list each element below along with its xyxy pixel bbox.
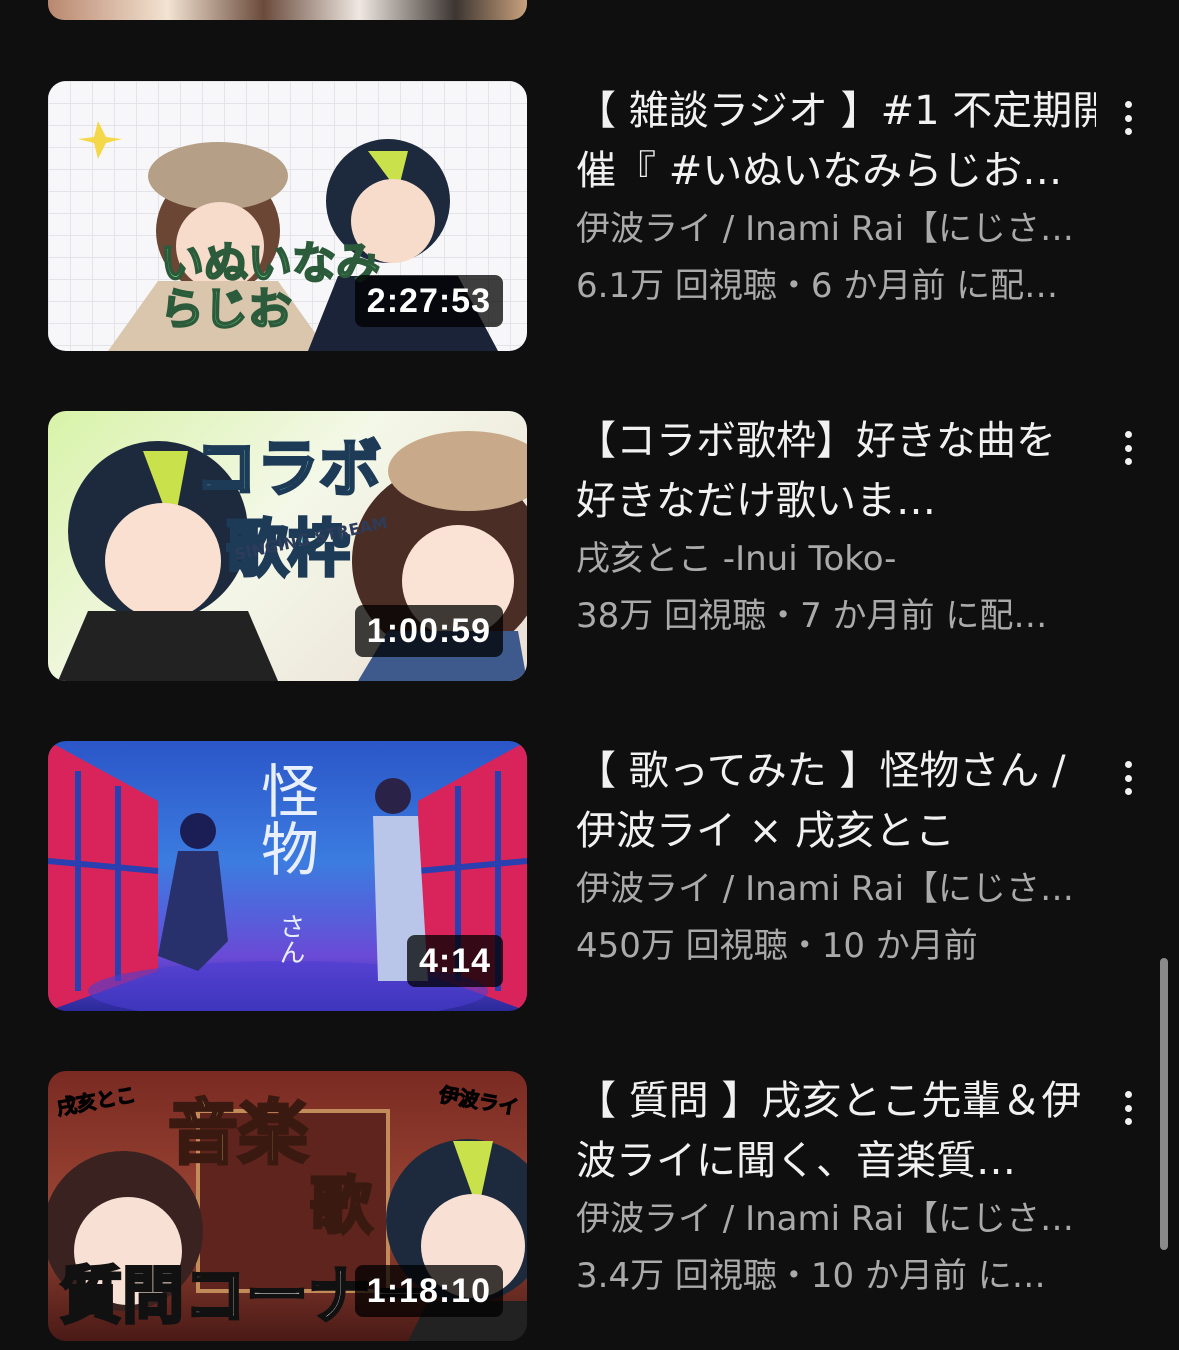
- video-item[interactable]: いぬいなみ らじお 2:27:53 【 雑談ラジオ 】#1 不定期開 催『 #い…: [0, 81, 1179, 351]
- channel-name[interactable]: 伊波ライ / Inami Rai【にじさ…: [576, 861, 1096, 918]
- duration-badge: 1:18:10: [354, 1265, 503, 1317]
- video-thumbnail[interactable]: いぬいなみ らじお 2:27:53: [48, 81, 527, 351]
- video-meta[interactable]: 【 歌ってみた 】怪物さん / 伊波ライ × 戌亥とこ 伊波ライ / Inami…: [576, 741, 1096, 975]
- video-title-line: 【 質問 】戌亥とこ先輩＆伊: [576, 1078, 1082, 1124]
- thumbnail-title-text: 怪物: [251, 761, 319, 877]
- thumbnail-title-text: コラボ 歌枠: [193, 431, 382, 587]
- scrollbar[interactable]: [1160, 958, 1168, 1250]
- more-options-icon[interactable]: [1110, 93, 1146, 143]
- video-item[interactable]: 怪物 さん 4:14 【 歌ってみた 】怪物さん / 伊波ライ × 戌亥とこ 伊…: [0, 741, 1179, 1011]
- video-thumbnail[interactable]: コラボ 歌枠 SINGING STREAM 1:00:59: [48, 411, 527, 681]
- thumbnail-title-text: 音楽: [167, 1092, 310, 1175]
- video-title-line: 【 雑談ラジオ 】#1 不定期開: [576, 88, 1096, 134]
- thumbnail-subtitle-text: さん: [275, 913, 305, 965]
- video-title[interactable]: 【 質問 】戌亥とこ先輩＆伊 波ライに聞く、音楽質…: [576, 1071, 1096, 1191]
- video-title-line: 【コラボ歌枠】好きな曲を: [576, 418, 1056, 464]
- duration-badge: 2:27:53: [354, 275, 503, 327]
- channel-name[interactable]: 戌亥とこ -Inui Toko-: [576, 531, 1096, 588]
- video-item[interactable]: コラボ 歌枠 SINGING STREAM 1:00:59 【コラボ歌枠】好きな…: [0, 411, 1179, 681]
- video-stats: 38万 回視聴・7 か月前 に配…: [576, 596, 1048, 636]
- video-title[interactable]: 【コラボ歌枠】好きな曲を 好きなだけ歌いま…: [576, 411, 1096, 531]
- duration-badge: 1:00:59: [354, 605, 503, 657]
- previous-video-thumbnail[interactable]: [48, 0, 527, 20]
- video-title-line: 波ライに聞く、音楽質…: [576, 1138, 1016, 1184]
- duration-badge: 4:14: [406, 935, 503, 987]
- video-title-line: 催『 #いぬいなみらじお…: [576, 148, 1063, 194]
- more-options-icon[interactable]: [1110, 423, 1146, 473]
- video-title-line: 伊波ライ × 戌亥とこ: [576, 808, 955, 854]
- channel-name[interactable]: 伊波ライ / Inami Rai【にじさ…: [576, 201, 1096, 258]
- channel-name[interactable]: 伊波ライ / Inami Rai【にじさ…: [576, 1191, 1096, 1248]
- video-item[interactable]: 戌亥とこ 伊波ライ 音楽 歌 質問コーナー 1:18:10 【 質問 】戌亥とこ…: [0, 1071, 1179, 1341]
- video-title-line: 好きなだけ歌いま…: [576, 478, 936, 524]
- video-stats: 3.4万 回視聴・10 か月前 に…: [576, 1256, 1046, 1296]
- video-thumbnail[interactable]: 怪物 さん 4:14: [48, 741, 527, 1011]
- more-options-icon[interactable]: [1110, 1083, 1146, 1133]
- video-meta[interactable]: 【 質問 】戌亥とこ先輩＆伊 波ライに聞く、音楽質… 伊波ライ / Inami …: [576, 1071, 1096, 1305]
- video-stats: 6.1万 回視聴・6 か月前 に配…: [576, 266, 1059, 306]
- more-options-icon[interactable]: [1110, 753, 1146, 803]
- video-stats: 450万 回視聴・10 か月前: [576, 926, 978, 966]
- video-title[interactable]: 【 歌ってみた 】怪物さん / 伊波ライ × 戌亥とこ: [576, 741, 1096, 861]
- video-thumbnail[interactable]: 戌亥とこ 伊波ライ 音楽 歌 質問コーナー 1:18:10: [48, 1071, 527, 1341]
- thumbnail-title-text-2: 歌: [308, 1169, 373, 1242]
- video-meta[interactable]: 【 雑談ラジオ 】#1 不定期開 催『 #いぬいなみらじお… 伊波ライ / In…: [576, 81, 1096, 315]
- video-title-line: 【 歌ってみた 】怪物さん /: [576, 748, 1066, 794]
- video-title[interactable]: 【 雑談ラジオ 】#1 不定期開 催『 #いぬいなみらじお…: [576, 81, 1096, 201]
- video-meta[interactable]: 【コラボ歌枠】好きな曲を 好きなだけ歌いま… 戌亥とこ -Inui Toko- …: [576, 411, 1096, 645]
